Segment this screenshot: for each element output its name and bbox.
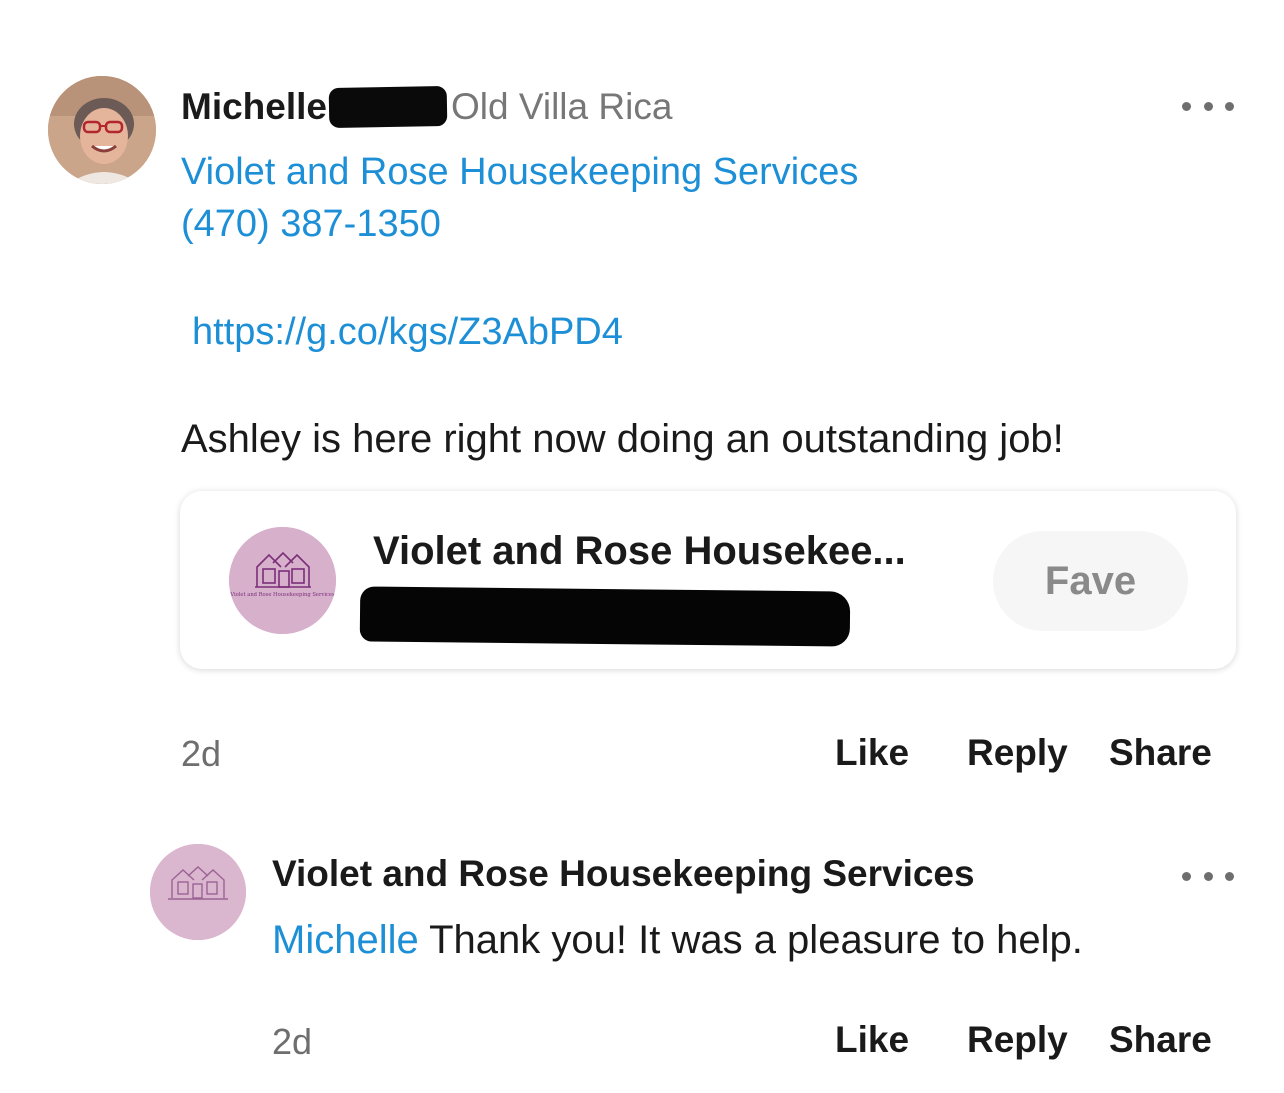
phone-link[interactable]: (470) 387-1350 (181, 203, 441, 246)
redacted-address (359, 586, 851, 647)
post-time: 2d (181, 733, 222, 774)
business-logo[interactable]: Violet and Rose Housekeeping Services (229, 527, 336, 634)
reply-avatar[interactable] (150, 844, 246, 940)
author-name[interactable]: Michelle (181, 86, 327, 128)
business-name[interactable]: Violet and Rose Housekee... (373, 529, 906, 574)
comment-text: Ashley is here right now doing an outsta… (181, 417, 1064, 461)
url-link[interactable]: https://g.co/kgs/Z3AbPD4 (192, 311, 623, 354)
person-photo-icon (48, 76, 156, 184)
author-line: Michelle Old Villa Rica (181, 84, 672, 130)
neighborhood-label[interactable]: Old Villa Rica (451, 86, 672, 128)
reply-more-options-icon[interactable] (1182, 866, 1234, 886)
logo-wordmark: Violet and Rose Housekeeping Services (229, 592, 335, 598)
reply-author-name[interactable]: Violet and Rose Housekeeping Services (272, 853, 975, 895)
reply-share-button[interactable]: Share (1109, 1019, 1212, 1061)
author-avatar[interactable] (48, 76, 156, 184)
more-options-icon[interactable] (1182, 96, 1234, 116)
fave-button[interactable]: Fave (993, 531, 1188, 631)
share-button[interactable]: Share (1109, 732, 1212, 774)
reply-button[interactable]: Reply (967, 732, 1068, 774)
like-button[interactable]: Like (835, 732, 909, 774)
reply-time: 2d (272, 1021, 313, 1062)
redacted-surname (328, 85, 448, 129)
reply-text-line: Michelle Thank you! It was a pleasure to… (272, 918, 1083, 963)
reply-reply-button[interactable]: Reply (967, 1019, 1068, 1061)
reply-text: Thank you! It was a pleasure to help. (418, 918, 1083, 962)
business-link[interactable]: Violet and Rose Housekeeping Services (181, 151, 858, 194)
houses-logo-icon: Violet and Rose Housekeeping Services (229, 527, 336, 634)
reply-like-button[interactable]: Like (835, 1019, 909, 1061)
houses-logo-icon (150, 844, 246, 940)
mention-link[interactable]: Michelle (272, 918, 419, 962)
business-card[interactable]: Violet and Rose Housekeeping Services Vi… (180, 491, 1236, 669)
